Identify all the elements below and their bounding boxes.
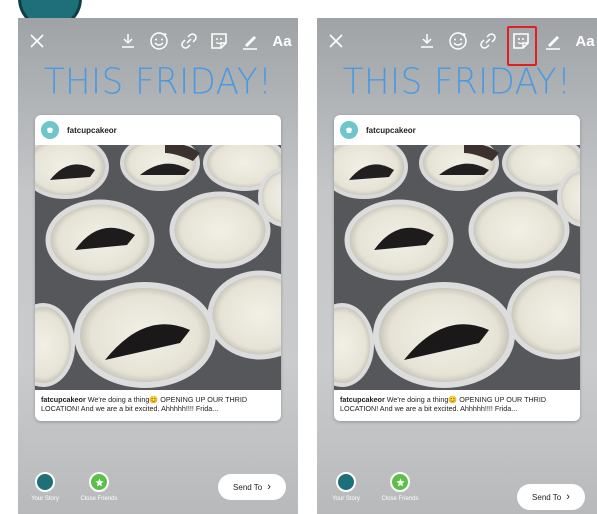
- post-header: fatcupcakeor: [35, 115, 281, 145]
- link-icon[interactable]: [178, 26, 200, 56]
- your-story-label: Your Story: [31, 496, 59, 502]
- caption-username: fatcupcakeor: [340, 395, 385, 404]
- your-story-button[interactable]: Your Story: [321, 472, 371, 502]
- download-icon[interactable]: [417, 26, 437, 56]
- star-icon: [89, 472, 109, 492]
- post-image: [35, 145, 281, 390]
- chevron-right-icon: ›: [566, 491, 570, 503]
- send-to-button[interactable]: Send To ›: [517, 484, 585, 510]
- avatar: [340, 121, 358, 139]
- face-effects-icon[interactable]: [447, 26, 469, 56]
- story-headline[interactable]: THIS FRIDAY!: [18, 61, 298, 103]
- post-username: fatcupcakeor: [366, 125, 416, 135]
- story-footer: Your Story Close Friends Send To ›: [317, 444, 597, 514]
- close-icon[interactable]: [325, 26, 347, 56]
- post-username: fatcupcakeor: [67, 125, 117, 135]
- story-headline[interactable]: THIS FRIDAY!: [317, 61, 597, 103]
- pen-icon[interactable]: [240, 26, 260, 56]
- sticker-icon[interactable]: [208, 26, 230, 56]
- send-to-label: Send To: [233, 482, 263, 492]
- shared-post-card[interactable]: fatcupcakeor fatcupcakeor We're doing a …: [334, 115, 580, 421]
- avatar: [41, 121, 59, 139]
- shared-post-card[interactable]: fatcupcakeor fatcupcakeor We're doing a …: [35, 115, 281, 421]
- story-editor-right: Aa THIS FRIDAY! fatcupcakeor fatcupcakeo…: [317, 18, 597, 514]
- close-friends-button[interactable]: Close Friends: [375, 472, 425, 502]
- close-icon[interactable]: [26, 26, 48, 56]
- star-icon: [390, 472, 410, 492]
- chevron-right-icon: ›: [267, 481, 271, 493]
- close-friends-label: Close Friends: [80, 496, 118, 502]
- send-to-button[interactable]: Send To ›: [218, 474, 286, 500]
- text-tool-button[interactable]: Aa: [270, 26, 294, 56]
- your-story-button[interactable]: Your Story: [20, 472, 70, 502]
- post-caption: fatcupcakeor We're doing a thing😊 OPENIN…: [35, 390, 281, 413]
- your-story-label: Your Story: [332, 496, 360, 502]
- your-story-avatar: [336, 472, 356, 492]
- post-image: [334, 145, 580, 390]
- close-friends-label: Close Friends: [381, 496, 419, 502]
- story-footer: Your Story Close Friends Send To ›: [18, 444, 298, 514]
- face-effects-icon[interactable]: [148, 26, 170, 56]
- link-icon[interactable]: [477, 26, 499, 56]
- story-editor-left: Aa THIS FRIDAY! fatcupcakeor fatcupcakeo…: [18, 18, 298, 514]
- caption-username: fatcupcakeor: [41, 395, 86, 404]
- sticker-highlight-box: [507, 26, 537, 66]
- close-friends-button[interactable]: Close Friends: [74, 472, 124, 502]
- send-to-label: Send To: [532, 492, 562, 502]
- story-toolbar: Aa: [18, 26, 298, 56]
- text-tool-button[interactable]: Aa: [573, 26, 597, 56]
- your-story-avatar: [35, 472, 55, 492]
- story-toolbar: Aa: [317, 26, 597, 66]
- post-caption: fatcupcakeor We're doing a thing😊 OPENIN…: [334, 390, 580, 413]
- post-header: fatcupcakeor: [334, 115, 580, 145]
- pen-icon[interactable]: [543, 26, 563, 56]
- download-icon[interactable]: [118, 26, 138, 56]
